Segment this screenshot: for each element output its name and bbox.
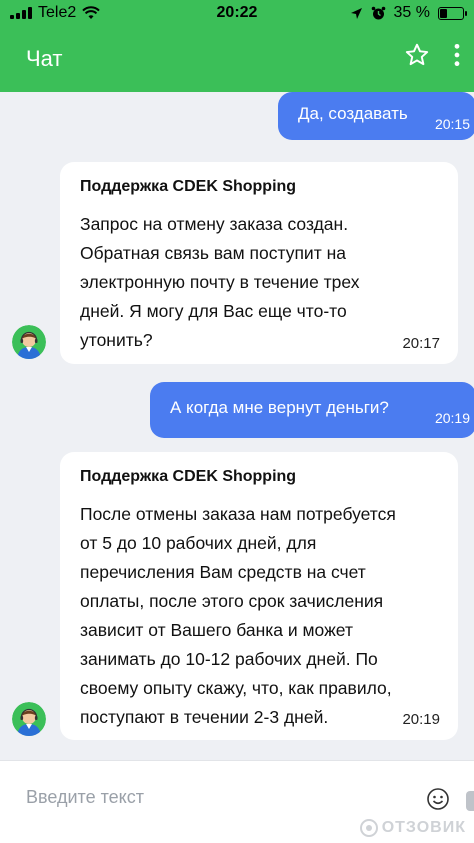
status-bar: Tele2 20:22 35 % [0,0,474,26]
support-agent-icon [12,325,46,359]
battery-icon [438,6,467,20]
message-time: 20:19 [434,410,470,426]
chat-message-list[interactable]: Да, создавать 20:15 Поддержка CDEK Shopp… [0,92,474,752]
message-time: 20:19 [402,711,440,728]
attach-icon[interactable] [466,791,474,811]
avatar [12,702,46,736]
incoming-message: Поддержка CDEK Shopping После отмены зак… [60,452,458,740]
support-agent-icon [12,702,46,736]
emoji-icon[interactable] [426,787,450,811]
location-arrow-icon [350,7,362,19]
message-text: Да, создавать [298,104,408,123]
avatar [12,325,46,359]
message-input[interactable]: Введите текст [26,787,144,808]
app-header: Чат [0,26,474,92]
message-text: После отмены заказа нам потребуется от 5… [80,504,396,727]
message-text: А когда мне вернут деньги? [170,398,389,417]
watermark: ОТЗОВИК [359,819,466,837]
incoming-message: Поддержка CDEK Shopping Запрос на отмену… [60,162,458,364]
message-text: Запрос на отмену заказа создан. Обратная… [80,214,360,350]
watermark-text: ОТЗОВИК [381,819,466,836]
star-icon[interactable] [404,42,430,68]
outgoing-message: А когда мне вернут деньги? 20:19 [150,382,474,438]
message-time: 20:15 [434,116,470,132]
more-icon[interactable] [444,42,470,68]
page-title: Чат [26,46,63,71]
outgoing-message: Да, создавать 20:15 [278,92,474,140]
message-time: 20:17 [402,335,440,352]
message-input-bar: Введите текст ОТЗОВИК [0,760,474,843]
message-sender: Поддержка CDEK Shopping [80,178,297,195]
alarm-icon [371,6,385,19]
message-sender: Поддержка CDEK Shopping [80,468,297,485]
battery-percent: 35 % [393,4,430,21]
watermark-logo-icon [359,819,378,837]
